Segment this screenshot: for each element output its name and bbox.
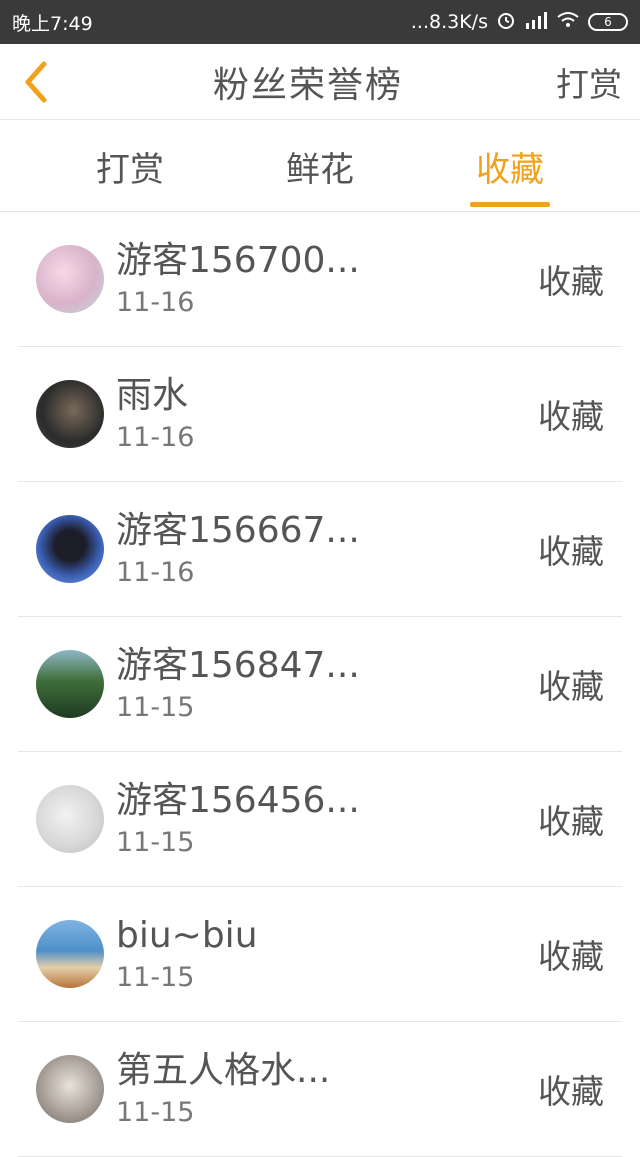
network-speed: ...8.3K/s — [410, 11, 488, 33]
tab-favorites[interactable]: 收藏 — [460, 120, 560, 212]
list-item-date: 11-15 — [116, 962, 195, 993]
avatar — [36, 785, 104, 853]
fan-list: 游客156700... 11-16 收藏 雨水 11-16 收藏 游客15666… — [0, 212, 640, 1157]
list-item[interactable]: biu~biu 11-15 收藏 — [18, 887, 622, 1022]
avatar — [36, 380, 104, 448]
list-item[interactable]: 游客156700... 11-16 收藏 — [18, 212, 622, 347]
status-bar: 晚上7:49 ...8.3K/s 6 — [0, 0, 640, 44]
avatar — [36, 245, 104, 313]
list-item[interactable]: 第五人格水... 11-15 收藏 — [18, 1022, 622, 1157]
alarm-icon — [496, 10, 516, 35]
page-title: 粉丝荣誉榜 — [212, 64, 403, 106]
battery-icon: 6 — [588, 13, 628, 31]
status-time: 晚上7:49 — [12, 12, 93, 35]
list-item[interactable]: 游客156456... 11-15 收藏 — [18, 752, 622, 887]
avatar — [36, 920, 104, 988]
active-tab-indicator — [470, 202, 550, 207]
list-item-name: 游客156700... — [116, 240, 360, 281]
list-item-action: 收藏 — [538, 262, 604, 301]
tab-flowers[interactable]: 鲜花 — [270, 120, 370, 212]
tab-bar: 打赏 鲜花 收藏 — [0, 120, 640, 212]
list-item-action: 收藏 — [538, 937, 604, 976]
list-item-date: 11-16 — [116, 287, 195, 318]
list-item-action: 收藏 — [538, 1072, 604, 1111]
list-item-name: 游客156667... — [116, 510, 360, 551]
wifi-icon — [556, 11, 580, 34]
list-item-name: 第五人格水... — [116, 1050, 331, 1091]
avatar — [36, 1055, 104, 1123]
top-bar: 粉丝荣誉榜 打赏 — [0, 44, 640, 120]
avatar — [36, 650, 104, 718]
list-item-action: 收藏 — [538, 667, 604, 706]
list-item-action: 收藏 — [538, 532, 604, 571]
list-item[interactable]: 游客156847... 11-15 收藏 — [18, 617, 622, 752]
reward-button[interactable]: 打赏 — [556, 58, 622, 106]
list-item-date: 11-16 — [116, 557, 195, 588]
list-item[interactable]: 游客156667... 11-16 收藏 — [18, 482, 622, 617]
back-icon[interactable] — [14, 59, 60, 105]
list-item-date: 11-15 — [116, 1097, 195, 1128]
list-item-date: 11-15 — [116, 692, 195, 723]
list-item-name: biu~biu — [116, 915, 258, 956]
list-item-date: 11-15 — [116, 827, 195, 858]
signal-icon — [524, 11, 548, 34]
list-item[interactable]: 雨水 11-16 收藏 — [18, 347, 622, 482]
list-item-action: 收藏 — [538, 397, 604, 436]
list-item-date: 11-16 — [116, 422, 195, 453]
avatar — [36, 515, 104, 583]
list-item-name: 游客156847... — [116, 645, 360, 686]
tab-reward[interactable]: 打赏 — [80, 120, 180, 212]
status-icons: ...8.3K/s 6 — [411, 10, 628, 35]
list-item-name: 雨水 — [116, 375, 189, 416]
list-item-name: 游客156456... — [116, 780, 360, 821]
list-item-action: 收藏 — [538, 802, 604, 841]
